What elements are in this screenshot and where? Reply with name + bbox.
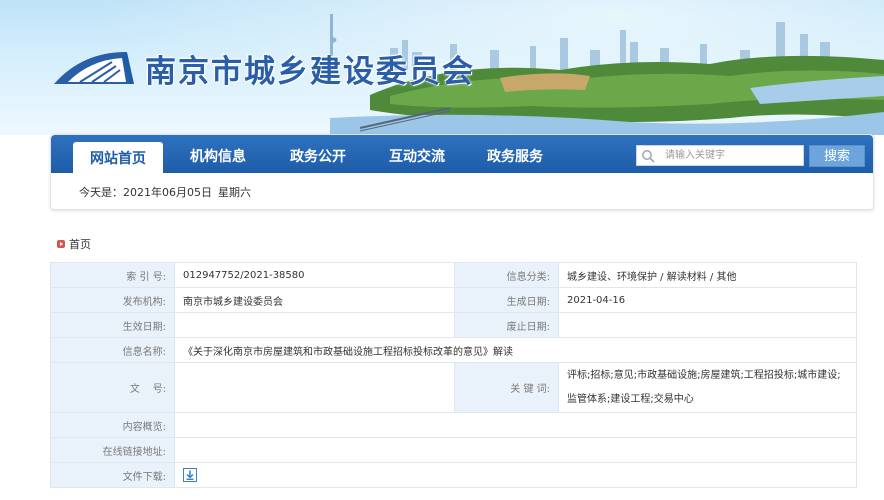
- breadcrumb-marker-icon: [57, 240, 65, 248]
- expire-date-value: [558, 312, 857, 338]
- effective-date-value: [174, 312, 455, 338]
- nav-item-organization[interactable]: 机构信息: [173, 135, 263, 173]
- file-download-label: 文件下载:: [50, 462, 175, 488]
- navigation-panel: 网站首页 机构信息 政务公开 互动交流 政务服务 搜索 今天是：2021年06月…: [50, 134, 874, 210]
- search-icon: [642, 150, 655, 163]
- document-number-label: 文 号:: [50, 362, 175, 413]
- expire-date-label: 废止日期:: [454, 312, 559, 338]
- table-row: 生效日期: 废止日期:: [50, 312, 857, 338]
- keywords-label: 关 键 词:: [454, 362, 559, 413]
- file-download-cell: [174, 462, 857, 488]
- category-label: 信息分类:: [454, 262, 559, 288]
- header-banner: 南京市城乡建设委员会: [0, 0, 884, 135]
- nav-item-government-affairs[interactable]: 政务公开: [273, 135, 363, 173]
- index-number-value: 012947752/2021-38580: [174, 262, 455, 288]
- nav-item-home[interactable]: 网站首页: [73, 142, 163, 173]
- site-title: 南京市城乡建设委员会: [145, 54, 475, 90]
- index-number-label: 索 引 号:: [50, 262, 175, 288]
- table-row: 信息名称: 《关于深化南京市房屋建筑和市政基础设施工程招标投标改革的意见》解读: [50, 337, 857, 363]
- summary-value: [174, 412, 857, 438]
- main-nav-bar: 网站首页 机构信息 政务公开 互动交流 政务服务 搜索: [51, 135, 873, 173]
- table-row: 发布机构: 南京市城乡建设委员会 生成日期: 2021-04-16: [50, 287, 857, 313]
- search-input[interactable]: [665, 146, 801, 165]
- breadcrumb: 首页: [57, 236, 91, 252]
- search-box: [636, 145, 804, 166]
- info-name-label: 信息名称:: [50, 337, 175, 363]
- info-name-value: 《关于深化南京市房屋建筑和市政基础设施工程招标投标改革的意见》解读: [174, 337, 857, 363]
- document-info-table: 索 引 号: 012947752/2021-38580 信息分类: 城乡建设、环…: [50, 262, 857, 488]
- table-row: 文件下载:: [50, 462, 857, 488]
- table-row: 在线链接地址:: [50, 437, 857, 463]
- table-row: 文 号: 关 键 词: 评标;招标;意见;市政基础设施;房屋建筑;工程招投标;城…: [50, 362, 857, 413]
- table-row: 内容概览:: [50, 412, 857, 438]
- created-date-label: 生成日期:: [454, 287, 559, 313]
- publisher-value: 南京市城乡建设委员会: [174, 287, 455, 313]
- nav-item-interaction[interactable]: 互动交流: [371, 135, 463, 173]
- city-logo-icon: [54, 52, 134, 84]
- document-number-value: [174, 362, 455, 413]
- breadcrumb-home-link[interactable]: 首页: [69, 238, 91, 251]
- search-button[interactable]: 搜索: [809, 145, 865, 167]
- nav-item-services[interactable]: 政务服务: [469, 135, 561, 173]
- table-row: 索 引 号: 012947752/2021-38580 信息分类: 城乡建设、环…: [50, 262, 857, 288]
- document-number-label-text: 文 号:: [129, 384, 166, 395]
- today-date: 今天是：2021年06月05日 星期六: [79, 184, 257, 200]
- keywords-value: 评标;招标;意见;市政基础设施;房屋建筑;工程招投标;城市建设;监管体系;建设工…: [558, 362, 857, 413]
- summary-label: 内容概览:: [50, 412, 175, 438]
- today-weekday: 星期六: [218, 186, 251, 199]
- today-date-value: 2021年06月05日: [123, 186, 212, 199]
- online-link-value: [174, 437, 857, 463]
- publisher-label: 发布机构:: [50, 287, 175, 313]
- category-value: 城乡建设、环境保护 / 解读材料 / 其他: [558, 262, 857, 288]
- created-date-value: 2021-04-16: [558, 287, 857, 313]
- download-icon[interactable]: [183, 468, 197, 482]
- today-label: 今天是：: [79, 186, 123, 199]
- online-link-label: 在线链接地址:: [50, 437, 175, 463]
- effective-date-label: 生效日期:: [50, 312, 175, 338]
